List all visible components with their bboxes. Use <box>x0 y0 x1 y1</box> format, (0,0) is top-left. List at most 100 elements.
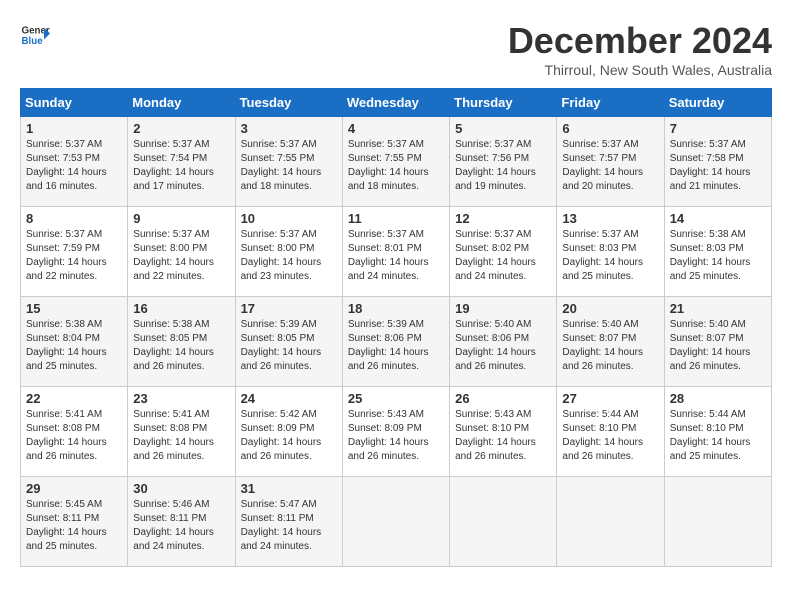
day-detail: Sunrise: 5:37 AMSunset: 8:03 PMDaylight:… <box>562 229 643 282</box>
day-detail: Sunrise: 5:45 AMSunset: 8:11 PMDaylight:… <box>26 499 107 552</box>
title-block: December 2024 Thirroul, New South Wales,… <box>508 20 772 78</box>
day-detail: Sunrise: 5:37 AMSunset: 7:57 PMDaylight:… <box>562 139 643 192</box>
day-detail: Sunrise: 5:37 AMSunset: 7:59 PMDaylight:… <box>26 229 107 282</box>
day-detail: Sunrise: 5:37 AMSunset: 8:01 PMDaylight:… <box>348 229 429 282</box>
calendar-cell: 18 Sunrise: 5:39 AMSunset: 8:06 PMDaylig… <box>342 297 449 387</box>
calendar-cell: 19 Sunrise: 5:40 AMSunset: 8:06 PMDaylig… <box>450 297 557 387</box>
day-number: 19 <box>455 301 551 316</box>
day-detail: Sunrise: 5:40 AMSunset: 8:07 PMDaylight:… <box>670 319 751 372</box>
calendar-cell: 13 Sunrise: 5:37 AMSunset: 8:03 PMDaylig… <box>557 207 664 297</box>
calendar-cell: 29 Sunrise: 5:45 AMSunset: 8:11 PMDaylig… <box>21 477 128 567</box>
calendar-cell: 14 Sunrise: 5:38 AMSunset: 8:03 PMDaylig… <box>664 207 771 297</box>
day-number: 3 <box>241 121 337 136</box>
day-number: 17 <box>241 301 337 316</box>
day-detail: Sunrise: 5:37 AMSunset: 8:00 PMDaylight:… <box>241 229 322 282</box>
day-number: 26 <box>455 391 551 406</box>
calendar-cell: 10 Sunrise: 5:37 AMSunset: 8:00 PMDaylig… <box>235 207 342 297</box>
header-day-monday: Monday <box>128 89 235 117</box>
day-detail: Sunrise: 5:37 AMSunset: 7:53 PMDaylight:… <box>26 139 107 192</box>
calendar-cell: 17 Sunrise: 5:39 AMSunset: 8:05 PMDaylig… <box>235 297 342 387</box>
day-number: 11 <box>348 211 444 226</box>
day-number: 6 <box>562 121 658 136</box>
day-detail: Sunrise: 5:37 AMSunset: 7:58 PMDaylight:… <box>670 139 751 192</box>
day-detail: Sunrise: 5:37 AMSunset: 7:55 PMDaylight:… <box>241 139 322 192</box>
day-detail: Sunrise: 5:40 AMSunset: 8:06 PMDaylight:… <box>455 319 536 372</box>
calendar-cell: 25 Sunrise: 5:43 AMSunset: 8:09 PMDaylig… <box>342 387 449 477</box>
day-number: 16 <box>133 301 229 316</box>
calendar-cell: 5 Sunrise: 5:37 AMSunset: 7:56 PMDayligh… <box>450 117 557 207</box>
location: Thirroul, New South Wales, Australia <box>508 62 772 78</box>
day-detail: Sunrise: 5:44 AMSunset: 8:10 PMDaylight:… <box>670 409 751 462</box>
day-detail: Sunrise: 5:41 AMSunset: 8:08 PMDaylight:… <box>26 409 107 462</box>
calendar-cell: 3 Sunrise: 5:37 AMSunset: 7:55 PMDayligh… <box>235 117 342 207</box>
header-day-sunday: Sunday <box>21 89 128 117</box>
day-detail: Sunrise: 5:44 AMSunset: 8:10 PMDaylight:… <box>562 409 643 462</box>
day-detail: Sunrise: 5:39 AMSunset: 8:06 PMDaylight:… <box>348 319 429 372</box>
day-number: 29 <box>26 481 122 496</box>
header-day-tuesday: Tuesday <box>235 89 342 117</box>
day-number: 18 <box>348 301 444 316</box>
header-day-thursday: Thursday <box>450 89 557 117</box>
day-detail: Sunrise: 5:38 AMSunset: 8:03 PMDaylight:… <box>670 229 751 282</box>
week-row-2: 8 Sunrise: 5:37 AMSunset: 7:59 PMDayligh… <box>21 207 772 297</box>
day-detail: Sunrise: 5:39 AMSunset: 8:05 PMDaylight:… <box>241 319 322 372</box>
calendar-cell: 15 Sunrise: 5:38 AMSunset: 8:04 PMDaylig… <box>21 297 128 387</box>
calendar-cell: 26 Sunrise: 5:43 AMSunset: 8:10 PMDaylig… <box>450 387 557 477</box>
calendar-cell <box>664 477 771 567</box>
calendar-cell: 24 Sunrise: 5:42 AMSunset: 8:09 PMDaylig… <box>235 387 342 477</box>
calendar-cell: 27 Sunrise: 5:44 AMSunset: 8:10 PMDaylig… <box>557 387 664 477</box>
day-detail: Sunrise: 5:43 AMSunset: 8:10 PMDaylight:… <box>455 409 536 462</box>
day-number: 5 <box>455 121 551 136</box>
calendar-cell: 21 Sunrise: 5:40 AMSunset: 8:07 PMDaylig… <box>664 297 771 387</box>
calendar-cell <box>342 477 449 567</box>
calendar-cell: 30 Sunrise: 5:46 AMSunset: 8:11 PMDaylig… <box>128 477 235 567</box>
day-number: 10 <box>241 211 337 226</box>
day-number: 28 <box>670 391 766 406</box>
day-number: 4 <box>348 121 444 136</box>
day-detail: Sunrise: 5:43 AMSunset: 8:09 PMDaylight:… <box>348 409 429 462</box>
day-number: 7 <box>670 121 766 136</box>
day-number: 24 <box>241 391 337 406</box>
day-detail: Sunrise: 5:47 AMSunset: 8:11 PMDaylight:… <box>241 499 322 552</box>
day-number: 22 <box>26 391 122 406</box>
day-number: 23 <box>133 391 229 406</box>
logo: General Blue <box>20 20 50 50</box>
day-detail: Sunrise: 5:37 AMSunset: 8:00 PMDaylight:… <box>133 229 214 282</box>
page-header: General Blue December 2024 Thirroul, New… <box>20 20 772 78</box>
calendar-cell: 22 Sunrise: 5:41 AMSunset: 8:08 PMDaylig… <box>21 387 128 477</box>
header-row: SundayMondayTuesdayWednesdayThursdayFrid… <box>21 89 772 117</box>
day-number: 9 <box>133 211 229 226</box>
day-detail: Sunrise: 5:41 AMSunset: 8:08 PMDaylight:… <box>133 409 214 462</box>
calendar-cell: 9 Sunrise: 5:37 AMSunset: 8:00 PMDayligh… <box>128 207 235 297</box>
week-row-1: 1 Sunrise: 5:37 AMSunset: 7:53 PMDayligh… <box>21 117 772 207</box>
calendar-cell <box>557 477 664 567</box>
day-number: 21 <box>670 301 766 316</box>
calendar-cell: 16 Sunrise: 5:38 AMSunset: 8:05 PMDaylig… <box>128 297 235 387</box>
day-number: 1 <box>26 121 122 136</box>
day-number: 12 <box>455 211 551 226</box>
day-number: 20 <box>562 301 658 316</box>
day-number: 15 <box>26 301 122 316</box>
day-detail: Sunrise: 5:37 AMSunset: 8:02 PMDaylight:… <box>455 229 536 282</box>
day-number: 25 <box>348 391 444 406</box>
day-detail: Sunrise: 5:38 AMSunset: 8:05 PMDaylight:… <box>133 319 214 372</box>
calendar-cell <box>450 477 557 567</box>
calendar-cell: 1 Sunrise: 5:37 AMSunset: 7:53 PMDayligh… <box>21 117 128 207</box>
day-detail: Sunrise: 5:42 AMSunset: 8:09 PMDaylight:… <box>241 409 322 462</box>
day-detail: Sunrise: 5:38 AMSunset: 8:04 PMDaylight:… <box>26 319 107 372</box>
svg-text:Blue: Blue <box>22 36 44 47</box>
calendar-cell: 12 Sunrise: 5:37 AMSunset: 8:02 PMDaylig… <box>450 207 557 297</box>
week-row-5: 29 Sunrise: 5:45 AMSunset: 8:11 PMDaylig… <box>21 477 772 567</box>
day-detail: Sunrise: 5:40 AMSunset: 8:07 PMDaylight:… <box>562 319 643 372</box>
header-day-wednesday: Wednesday <box>342 89 449 117</box>
day-detail: Sunrise: 5:37 AMSunset: 7:54 PMDaylight:… <box>133 139 214 192</box>
header-day-saturday: Saturday <box>664 89 771 117</box>
calendar-cell: 20 Sunrise: 5:40 AMSunset: 8:07 PMDaylig… <box>557 297 664 387</box>
calendar-cell: 23 Sunrise: 5:41 AMSunset: 8:08 PMDaylig… <box>128 387 235 477</box>
calendar-cell: 4 Sunrise: 5:37 AMSunset: 7:55 PMDayligh… <box>342 117 449 207</box>
day-detail: Sunrise: 5:37 AMSunset: 7:56 PMDaylight:… <box>455 139 536 192</box>
calendar-cell: 7 Sunrise: 5:37 AMSunset: 7:58 PMDayligh… <box>664 117 771 207</box>
day-detail: Sunrise: 5:37 AMSunset: 7:55 PMDaylight:… <box>348 139 429 192</box>
calendar-cell: 2 Sunrise: 5:37 AMSunset: 7:54 PMDayligh… <box>128 117 235 207</box>
calendar-cell: 11 Sunrise: 5:37 AMSunset: 8:01 PMDaylig… <box>342 207 449 297</box>
